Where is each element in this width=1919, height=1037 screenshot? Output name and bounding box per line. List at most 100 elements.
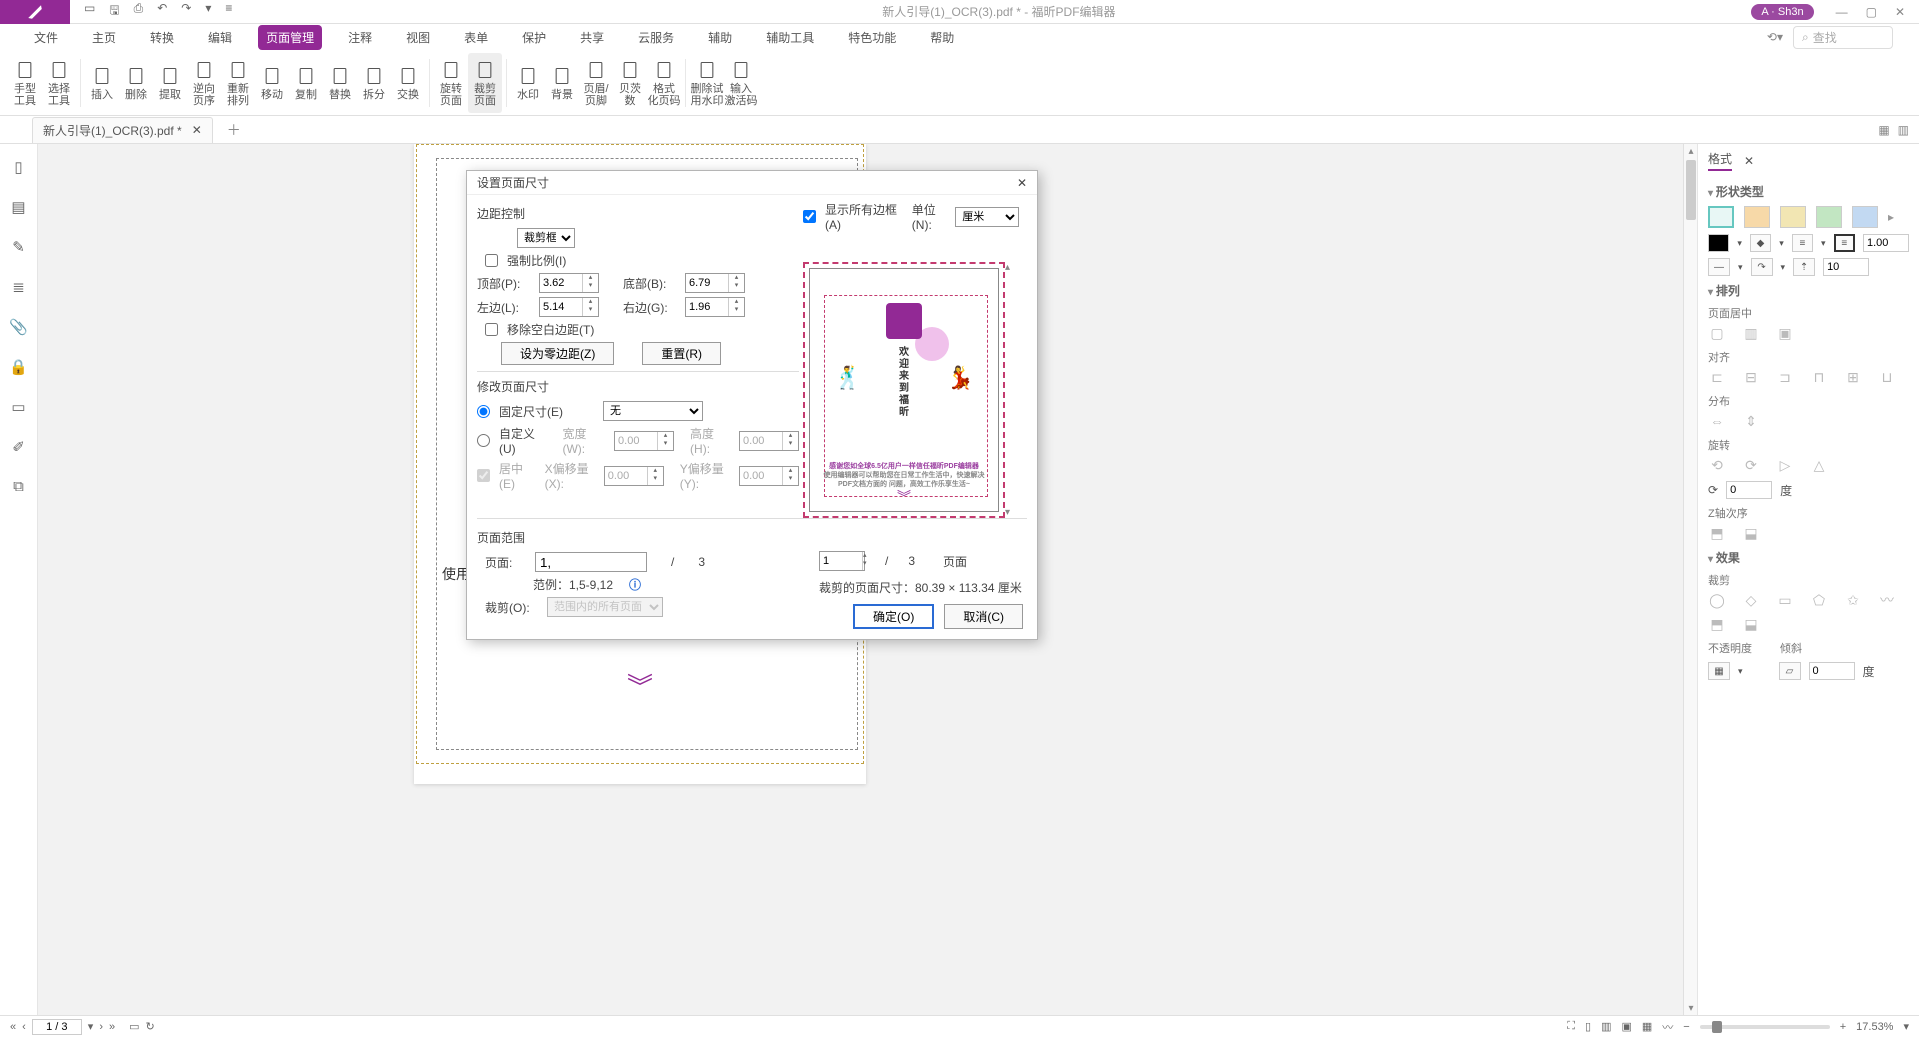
menu-file[interactable]: 文件	[26, 25, 66, 50]
skew-input[interactable]	[1809, 662, 1855, 680]
menu-page-manage[interactable]: 页面管理	[258, 25, 322, 50]
opacity-picker[interactable]: ▦	[1708, 662, 1730, 680]
rotate-deg-input[interactable]	[1726, 481, 1772, 499]
crop-ellipse-icon[interactable]: ◯	[1708, 592, 1726, 608]
collapse-ribbon-icon[interactable]: ⟲▾	[1767, 30, 1783, 44]
scroll-down-icon[interactable]: ▾	[1684, 1001, 1697, 1015]
flip-h-icon[interactable]: ▷	[1776, 457, 1794, 473]
signature-icon[interactable]: ▭	[11, 398, 25, 416]
view-facing-icon[interactable]: ▣	[1621, 1020, 1631, 1033]
scroll-thumb[interactable]	[1686, 160, 1696, 220]
close-window-icon[interactable]: ✕	[1895, 5, 1905, 19]
bottom-input[interactable]	[686, 274, 728, 292]
fixed-size-radio[interactable]	[477, 405, 490, 418]
line-weight-icon[interactable]: ≡	[1834, 234, 1855, 252]
ribbon-rotate[interactable]: 旋转页面	[434, 53, 468, 113]
menu-comment[interactable]: 注释	[340, 25, 380, 50]
page-number-input[interactable]	[32, 1019, 82, 1035]
right-spinner[interactable]: ▴▾	[685, 297, 745, 317]
dialog-close-icon[interactable]: ✕	[1017, 176, 1027, 190]
fixed-size-select[interactable]: 无	[603, 401, 703, 421]
zoom-slider-handle[interactable]	[1712, 1021, 1722, 1033]
bookmark-icon[interactable]: ▯	[14, 158, 22, 176]
menu-cloud[interactable]: 云服务	[630, 25, 682, 50]
ribbon-extract[interactable]: 提取	[153, 53, 187, 113]
swatch-teal[interactable]	[1708, 206, 1734, 228]
menu-form[interactable]: 表单	[456, 25, 496, 50]
custom-size-radio[interactable]	[477, 434, 490, 447]
vertical-scrollbar[interactable]: ▴ ▾	[1683, 144, 1697, 1015]
left-spinner[interactable]: ▴▾	[539, 297, 599, 317]
top-spinner[interactable]: ▴▾	[539, 273, 599, 293]
ribbon-move[interactable]: 移动	[255, 53, 289, 113]
menu-edit[interactable]: 编辑	[200, 25, 240, 50]
search-box[interactable]: ⌕ 查找	[1793, 26, 1893, 49]
text-color-picker[interactable]	[1708, 234, 1729, 252]
crop-diamond-icon[interactable]: ◇	[1742, 592, 1760, 608]
bottom-spinner[interactable]: ▴▾	[685, 273, 745, 293]
last-page-icon[interactable]: »	[109, 1021, 115, 1033]
show-boxes-checkbox[interactable]	[803, 210, 816, 223]
distribute-h-icon[interactable]: ⇔	[1708, 413, 1726, 429]
next-page-icon[interactable]: ›	[99, 1021, 103, 1033]
angle-input[interactable]	[1823, 258, 1869, 276]
ribbon-hand-tool[interactable]: 手型工具	[8, 53, 42, 113]
caps-style[interactable]: ⇡	[1793, 258, 1815, 276]
rotate-cw-icon[interactable]: ⟳	[1742, 457, 1760, 473]
force-ratio-checkbox[interactable]	[485, 254, 498, 267]
crop-rect-icon[interactable]: ▭	[1776, 592, 1794, 608]
ribbon-crop[interactable]: 裁剪页面	[468, 53, 502, 113]
swatch-green[interactable]	[1816, 206, 1842, 228]
menu-protect[interactable]: 保护	[514, 25, 554, 50]
crop-box-select[interactable]: 裁剪框	[517, 228, 575, 248]
pages-input[interactable]	[535, 552, 647, 572]
ribbon-split[interactable]: 拆分	[357, 53, 391, 113]
ribbon-replace[interactable]: 替换	[323, 53, 357, 113]
close-panel-icon[interactable]: ✕	[1744, 154, 1754, 168]
align-middle-icon[interactable]: ⊞	[1844, 369, 1862, 385]
menu-share[interactable]: 共享	[572, 25, 612, 50]
zero-margin-button[interactable]: 设为零边距(Z)	[501, 342, 614, 365]
redo-icon[interactable]: ↷	[181, 1, 191, 22]
send-back-icon[interactable]: ⬓	[1742, 525, 1760, 541]
menu-features[interactable]: 特色功能	[840, 25, 904, 50]
account-badge[interactable]: A · Sh3n	[1751, 4, 1813, 20]
scroll-up-icon[interactable]: ▴	[1684, 144, 1697, 158]
minimize-icon[interactable]: —	[1836, 5, 1848, 19]
menu-convert[interactable]: 转换	[142, 25, 182, 50]
maximize-icon[interactable]: ▢	[1866, 5, 1877, 19]
ok-button[interactable]: 确定(O)	[853, 604, 934, 629]
fullscreen-icon[interactable]: ⛶	[1567, 1020, 1575, 1033]
menu-home[interactable]: 主页	[84, 25, 124, 50]
ribbon-activation[interactable]: 输入激活码	[724, 53, 758, 113]
crop-shape2-icon[interactable]: ⬓	[1742, 616, 1760, 632]
thumbnail-icon[interactable]: ▭	[129, 1020, 139, 1033]
zoom-in-icon[interactable]: +	[1840, 1021, 1846, 1033]
comments-icon[interactable]: ✎	[12, 238, 25, 256]
menu-help[interactable]: 帮助	[922, 25, 962, 50]
ribbon-delete[interactable]: 删除	[119, 53, 153, 113]
remove-white-checkbox[interactable]	[485, 323, 498, 336]
crop-wave-icon[interactable]: 〰	[1878, 592, 1896, 608]
crop-shape1-icon[interactable]: ⬒	[1708, 616, 1726, 632]
fill-picker[interactable]: ◆	[1750, 234, 1771, 252]
grid-view-icon[interactable]: ▦	[1878, 123, 1889, 137]
align-right-icon[interactable]: ⊐	[1776, 369, 1794, 385]
security-icon[interactable]: 🔒	[9, 358, 28, 376]
unit-select[interactable]: 厘米	[955, 207, 1019, 227]
ribbon-rearrange[interactable]: 重新排列	[221, 53, 255, 113]
swatch-blue[interactable]	[1852, 206, 1878, 228]
zoom-out-icon[interactable]: −	[1683, 1021, 1689, 1033]
menu-view[interactable]: 视图	[398, 25, 438, 50]
crop-star-icon[interactable]: ✩	[1844, 592, 1862, 608]
preview-page-input[interactable]	[820, 552, 862, 570]
ribbon-insert[interactable]: 插入	[85, 53, 119, 113]
first-page-icon[interactable]: «	[10, 1021, 16, 1033]
center-both-icon[interactable]: ▣	[1776, 325, 1794, 341]
ribbon-swap[interactable]: 交换	[391, 53, 425, 113]
zoom-value[interactable]: 17.53%	[1856, 1021, 1893, 1033]
undo-icon[interactable]: ↶	[157, 1, 167, 22]
swatch-yellow[interactable]	[1780, 206, 1806, 228]
preview-scroll-up-icon[interactable]: ▴	[1005, 262, 1019, 273]
dash-style[interactable]: —	[1708, 258, 1730, 276]
